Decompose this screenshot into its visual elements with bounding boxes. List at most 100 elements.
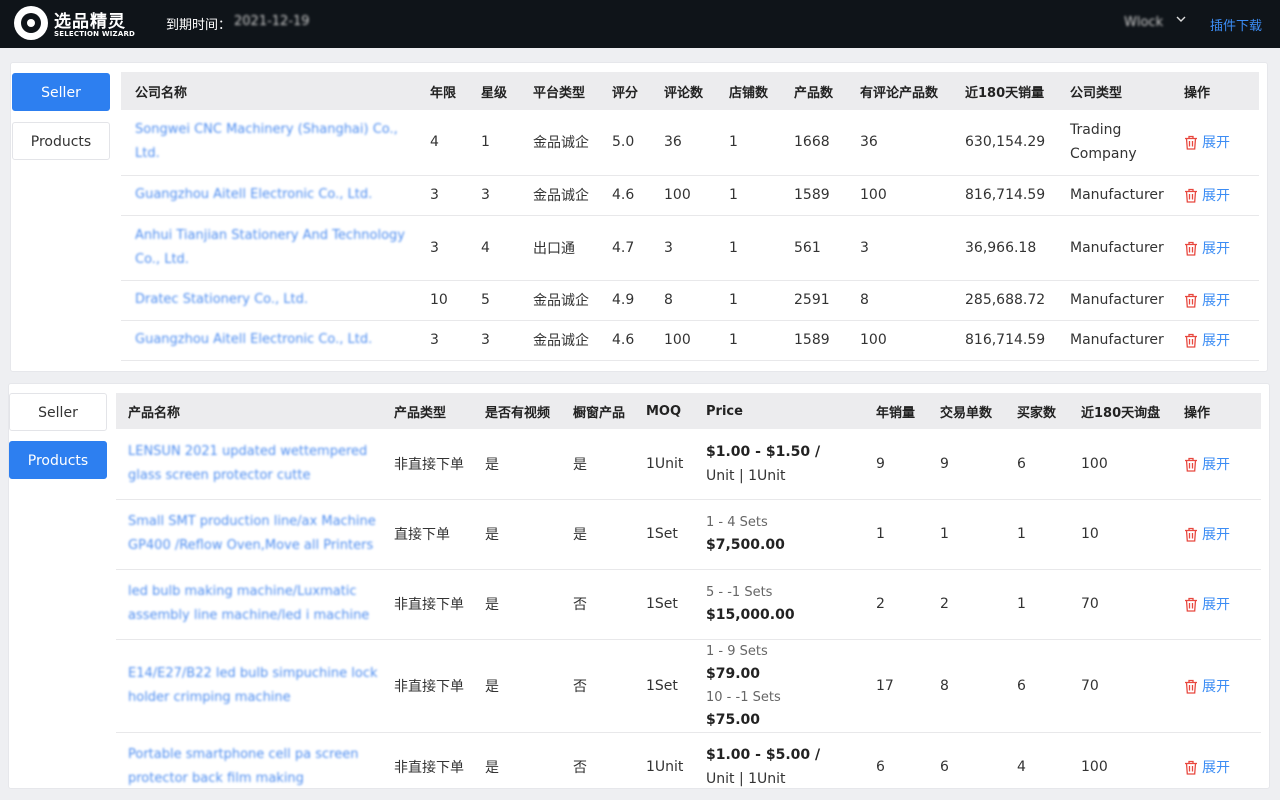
table-row: Portable smartphone cell pa screen prote…	[116, 732, 1261, 800]
score-cell: 4.9	[606, 280, 658, 321]
user-menu[interactable]: Wlock	[1124, 15, 1163, 30]
chevron-down-icon[interactable]	[1176, 14, 1186, 24]
company-name-link[interactable]: Dratec Stationery Co., Ltd.	[135, 288, 418, 312]
trash-icon[interactable]	[1184, 135, 1198, 150]
plugin-download-link[interactable]: 插件下载	[1210, 15, 1262, 34]
moq-cell: 1Set	[640, 569, 700, 640]
tab-seller[interactable]: Seller	[9, 393, 107, 431]
annual-sales-cell: 2	[870, 569, 934, 640]
company-type-cell: Manufacturer	[1064, 320, 1178, 361]
product-name-cell: E14/E27/B22 led bulb simpuchine lock hol…	[116, 639, 388, 733]
expand-link[interactable]: 展开	[1184, 135, 1230, 151]
action-cell: 展开	[1178, 215, 1259, 281]
products-table: 产品名称 产品类型 是否有视频 橱窗产品 MOQ Price 年销量 交易单数 …	[116, 393, 1261, 800]
order-type-cell: 非直接下单	[388, 569, 479, 640]
col-products: 产品数	[788, 72, 854, 110]
company-name-cell: Dratec Stationery Co., Ltd.	[121, 280, 424, 321]
expand-link[interactable]: 展开	[1184, 333, 1230, 349]
brand-subtitle: SELECTION WIZARD	[54, 30, 136, 38]
products-cell: 1589	[788, 320, 854, 361]
col-reviewed-products: 有评论产品数	[854, 72, 959, 110]
years-cell: 4	[424, 110, 475, 176]
col-company-type: 公司类型	[1064, 72, 1178, 110]
tier-price: $7,500.00	[706, 537, 785, 553]
price-tier: 1 - 4 Sets $7,500.00	[706, 511, 785, 557]
has-video-cell: 是	[479, 732, 567, 800]
expand-link[interactable]: 展开	[1184, 527, 1230, 543]
col-action: 操作	[1178, 72, 1259, 110]
col-action: 操作	[1178, 393, 1261, 429]
company-name-link[interactable]: Guangzhou Aitell Electronic Co., Ltd.	[135, 183, 418, 207]
inquiries-180-cell: 10	[1075, 499, 1178, 570]
table-row: Guangzhou Aitell Electronic Co., Ltd. 3 3 金…	[121, 320, 1259, 361]
price-tier: 1 - 9 Sets $79.00	[706, 640, 768, 686]
buyers-cell: 1	[1011, 499, 1075, 570]
action-cell: 展开	[1178, 320, 1259, 361]
trash-icon[interactable]	[1184, 527, 1198, 542]
annual-sales-cell: 6	[870, 732, 934, 800]
moq-cell: 1Unit	[640, 732, 700, 800]
trash-icon[interactable]	[1184, 679, 1198, 694]
score-cell: 4.6	[606, 175, 658, 216]
product-name-link[interactable]: E14/E27/B22 led bulb simpuchine lock hol…	[128, 662, 382, 710]
company-type-cell: Manufacturer	[1064, 280, 1178, 321]
col-company-name: 公司名称	[121, 72, 424, 110]
trash-icon[interactable]	[1184, 333, 1198, 348]
trash-icon[interactable]	[1184, 457, 1198, 472]
expand-link[interactable]: 展开	[1184, 188, 1230, 204]
expand-link[interactable]: 展开	[1184, 293, 1230, 309]
sales-180-cell: 816,714.59	[959, 175, 1064, 216]
reviewed-products-cell: 3	[854, 215, 959, 281]
expand-link[interactable]: 展开	[1184, 457, 1230, 473]
moq-cell: 1Unit	[640, 429, 700, 500]
trash-icon[interactable]	[1184, 597, 1198, 612]
expand-link[interactable]: 展开	[1184, 241, 1230, 257]
col-order-type: 产品类型	[388, 393, 479, 429]
tier-price: $75.00	[706, 711, 761, 728]
col-score: 评分	[606, 72, 658, 110]
has-video-cell: 是	[479, 569, 567, 640]
orders-cell: 6	[934, 732, 1011, 800]
table-row: LENSUN 2021 updated wettempered glass sc…	[116, 429, 1261, 500]
product-name-link[interactable]: LENSUN 2021 updated wettempered glass sc…	[128, 440, 382, 488]
company-name-link[interactable]: Songwei CNC Machinery (Shanghai) Co., Lt…	[135, 118, 418, 166]
seller-table-header: 公司名称 年限 星级 平台类型 评分 评论数 店铺数 产品数 有评论产品数 近1…	[121, 72, 1259, 110]
col-inquiries-180: 近180天询盘	[1075, 393, 1178, 429]
tier-price: $79.00	[706, 665, 761, 682]
price-tier: 10 - -1 Sets $75.00	[706, 686, 781, 732]
company-name-link[interactable]: Anhui Tianjian Stationery And Technology…	[135, 224, 418, 272]
col-stars: 星级	[475, 72, 527, 110]
col-orders: 交易单数	[934, 393, 1011, 429]
products-cell: 2591	[788, 280, 854, 321]
expand-link[interactable]: 展开	[1184, 597, 1230, 613]
trash-icon[interactable]	[1184, 760, 1198, 775]
company-type-cell: Trading Company	[1064, 110, 1178, 176]
trash-icon[interactable]	[1184, 293, 1198, 308]
showcase-cell: 是	[567, 429, 640, 500]
col-price: Price	[700, 393, 870, 429]
expand-link[interactable]: 展开	[1184, 679, 1230, 695]
products-cell: 561	[788, 215, 854, 281]
seller-table: 公司名称 年限 星级 平台类型 评分 评论数 店铺数 产品数 有评论产品数 近1…	[121, 72, 1259, 361]
col-annual-sales: 年销量	[870, 393, 934, 429]
stars-cell: 3	[475, 320, 527, 361]
tab-products[interactable]: Products	[12, 122, 110, 160]
product-name-link[interactable]: Small SMT production line/ax Machine GP4…	[128, 510, 382, 558]
reviews-cell: 100	[658, 175, 723, 216]
reviewed-products-cell: 100	[854, 175, 959, 216]
trash-icon[interactable]	[1184, 188, 1198, 203]
order-type-cell: 非直接下单	[388, 732, 479, 800]
company-type-cell: Manufacturer	[1064, 215, 1178, 281]
reviewed-products-cell: 8	[854, 280, 959, 321]
company-name-link[interactable]: Guangzhou Aitell Electronic Co., Ltd.	[135, 328, 418, 352]
product-name-link[interactable]: led bulb making machine/Luxmatic assembl…	[128, 580, 382, 628]
product-name-link[interactable]: Portable smartphone cell pa screen prote…	[128, 743, 382, 791]
tab-seller[interactable]: Seller	[12, 73, 110, 111]
expand-link[interactable]: 展开	[1184, 760, 1230, 776]
buyers-cell: 1	[1011, 569, 1075, 640]
tab-products[interactable]: Products	[9, 441, 107, 479]
sales-180-cell: 816,714.59	[959, 320, 1064, 361]
platform-cell: 金品诚企	[527, 320, 606, 361]
price-cell: 1 - 4 Sets $7,500.00	[700, 499, 870, 570]
trash-icon[interactable]	[1184, 241, 1198, 256]
